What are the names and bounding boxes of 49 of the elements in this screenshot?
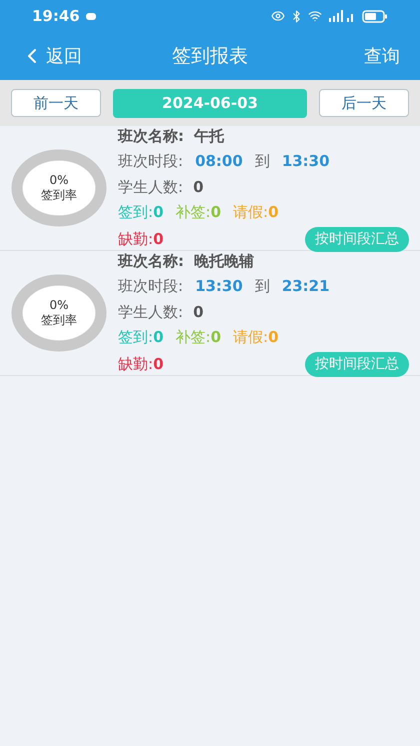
stat-value: 0: [268, 202, 278, 223]
shift-name: 午托: [194, 126, 224, 146]
page-title: 签到报表: [172, 44, 248, 69]
stat-label: 补签:: [176, 327, 211, 348]
stat-label: 请假:: [233, 327, 268, 348]
shift-period-label: 班次时段:: [118, 276, 184, 297]
start-time: 08:00: [195, 151, 243, 172]
start-time: 13:30: [195, 276, 243, 297]
rate-label: 签到率: [41, 188, 77, 203]
status-time: 19:46: [32, 6, 80, 27]
battery-icon: [362, 10, 388, 22]
next-day-button[interactable]: 后一天: [319, 89, 409, 117]
student-count-label: 学生人数:: [118, 176, 184, 198]
stat-label: 请假:: [233, 202, 268, 223]
student-count-label: 学生人数:: [118, 302, 184, 322]
eye-icon: [271, 9, 285, 23]
to-text: 到: [254, 151, 270, 172]
rate-percent: 0%: [49, 298, 69, 313]
end-time: 13:30: [282, 151, 330, 172]
stat-value: 0: [153, 228, 164, 250]
rate-label: 签到率: [41, 313, 77, 328]
stat-label: 缺勤:: [118, 354, 154, 375]
summary-button[interactable]: 按时间段汇总: [305, 352, 409, 376]
student-count: 0: [193, 176, 204, 198]
stat-value: 0: [268, 327, 278, 348]
wifi-icon: [308, 9, 322, 23]
previous-day-button[interactable]: 前一天: [11, 89, 101, 117]
shift-name-label: 班次名称:: [118, 126, 184, 146]
shift-period-label: 班次时段:: [118, 151, 184, 172]
date-button[interactable]: 2024-06-03: [113, 88, 307, 118]
stat-label: 签到:: [118, 327, 154, 348]
summary-button[interactable]: 按时间段汇总: [305, 226, 409, 252]
bluetooth-icon: [290, 10, 303, 22]
stat-label: 缺勤:: [118, 228, 154, 250]
rate-percent: 0%: [49, 173, 69, 188]
stat-value: 0: [210, 202, 221, 223]
shift-name-label: 班次名称:: [118, 250, 184, 272]
shift-name: 晚托晚辅: [194, 250, 254, 272]
to-text: 到: [254, 276, 270, 297]
end-time: 23:21: [282, 276, 330, 297]
stat-value: 0: [210, 327, 221, 348]
stat-value: 0: [153, 354, 164, 375]
query-button[interactable]: 查询: [364, 42, 400, 70]
stat-label: 补签:: [176, 202, 211, 223]
student-count: 0: [193, 302, 204, 322]
stat-value: 0: [153, 327, 164, 348]
back-button[interactable]: 返回: [20, 42, 82, 70]
stat-value: 0: [153, 202, 164, 223]
stat-label: 签到:: [118, 202, 154, 223]
